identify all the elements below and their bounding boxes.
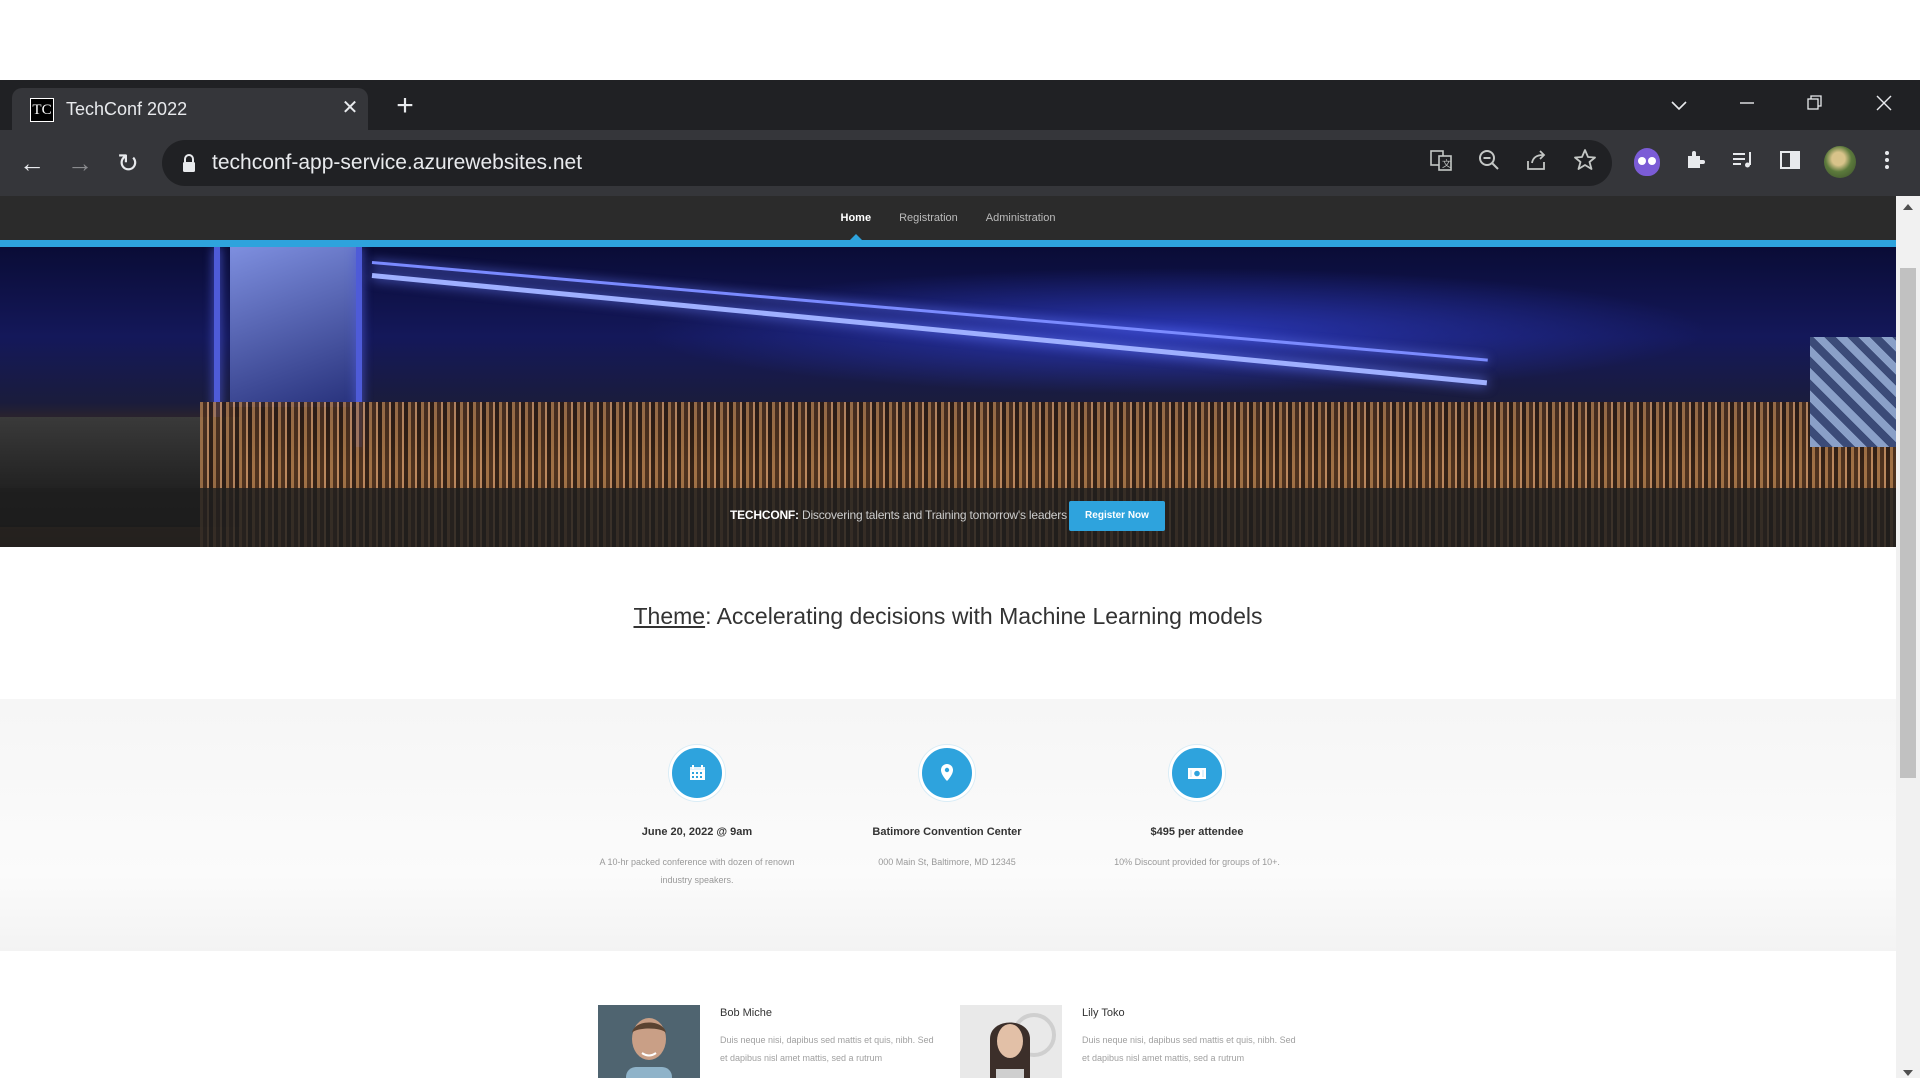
share-icon[interactable] [1522,148,1552,178]
speaker-name: Lily Toko [1082,1007,1125,1019]
nav-administration[interactable]: Administration [986,196,1056,240]
theme-label: Theme [633,603,706,629]
info-description: 000 Main St, Baltimore, MD 12345 [878,857,1016,867]
speaker-bio: Duis neque nisi, dapibus sed mattis et q… [1082,1035,1296,1063]
money-icon [1169,745,1225,801]
nav-accent-bar [0,240,1896,247]
translate-icon[interactable]: 文 [1426,148,1456,178]
scroll-thumb[interactable] [1900,268,1916,778]
tab-title: TechConf 2022 [66,99,188,119]
hero-stage-screen [230,247,360,407]
hero-caption-bar: TECHCONF: Discovering talents and Traini… [0,488,1896,547]
info-description: 10% Discount provided for groups of 10+. [1114,857,1280,867]
speaker-photo [960,1005,1062,1078]
extensions-puzzle-icon[interactable] [1680,147,1712,179]
browser-tabstrip: TC TechConf 2022 ✕ + [0,80,1920,130]
hero-brand: TECHCONF: [730,508,799,522]
scroll-up-arrow-icon[interactable] [1903,204,1913,210]
menu-kebab-icon[interactable] [1871,147,1903,179]
media-queue-icon[interactable] [1727,147,1759,179]
hero-light-beam [371,261,1488,362]
zoom-out-icon[interactable] [1474,148,1504,178]
hero-light-beam [371,273,1488,386]
page-scrollbar[interactable] [1896,196,1920,1078]
browser-toolbar: ← → ↻ techconf-app-service.azurewebsites… [0,130,1920,196]
nav-home[interactable]: Home [841,196,871,240]
hero-wall-pattern [1810,337,1896,447]
new-tab-icon[interactable]: + [390,91,420,122]
nav-links: Home Registration Administration [0,196,1896,240]
screen-top-margin [0,0,1920,80]
back-icon[interactable]: ← [16,147,48,179]
browser-tab[interactable]: TC TechConf 2022 ✕ [12,88,368,130]
theme-heading: Theme: Accelerating decisions with Machi… [0,603,1896,630]
theme-text: : Accelerating decisions with Machine Le… [705,603,1263,629]
forward-icon[interactable]: → [64,147,96,179]
favicon-icon: TC [30,98,54,122]
speaker-name: Bob Miche [720,1007,772,1019]
calendar-icon [669,745,725,801]
info-title: Batimore Convention Center [872,826,1022,838]
event-info-band: June 20, 2022 @ 9am A 10-hr packed confe… [0,699,1896,951]
speaker-card: Bob Miche Duis neque nisi, dapibus sed m… [598,1005,958,1078]
site-navbar: Home Registration Administration [0,196,1896,240]
speaker-card: Lily Toko Duis neque nisi, dapibus sed m… [960,1005,1320,1078]
page-viewport: Home Registration Administration TECHCON… [0,196,1896,1078]
nav-registration[interactable]: Registration [899,196,958,240]
scroll-down-arrow-icon[interactable] [1903,1070,1913,1076]
profile-avatar[interactable] [1824,146,1856,178]
hero-banner: TECHCONF: Discovering talents and Traini… [0,247,1896,547]
side-panel-icon[interactable] [1774,147,1806,179]
hero-tagline-text: Discovering talents and Training tomorro… [798,508,1067,522]
map-pin-icon [919,745,975,801]
bookmark-star-icon[interactable] [1570,148,1600,178]
info-description: A 10-hr packed conference with dozen of … [599,857,795,885]
extension-owl-icon[interactable] [1634,148,1660,176]
minimize-icon[interactable] [1732,92,1762,120]
url-text: techconf-app-service.azurewebsites.net [212,151,583,174]
register-now-button[interactable]: Register Now [1069,501,1165,531]
address-bar[interactable]: techconf-app-service.azurewebsites.net 文 [162,140,1612,186]
hero-tagline: TECHCONF: Discovering talents and Traini… [730,508,1067,522]
speaker-photo [598,1005,700,1078]
info-title: June 20, 2022 @ 9am [641,826,753,838]
speaker-bio: Duis neque nisi, dapibus sed mattis et q… [720,1035,934,1063]
reload-icon[interactable]: ↻ [112,147,144,179]
info-title: $495 per attendee [1150,826,1244,838]
lock-icon[interactable] [182,154,196,172]
close-window-icon[interactable] [1869,92,1899,120]
svg-text:文: 文 [1442,158,1451,170]
restore-icon[interactable] [1800,92,1830,120]
tab-search-icon[interactable] [1664,92,1694,120]
close-tab-icon[interactable]: ✕ [338,96,362,120]
